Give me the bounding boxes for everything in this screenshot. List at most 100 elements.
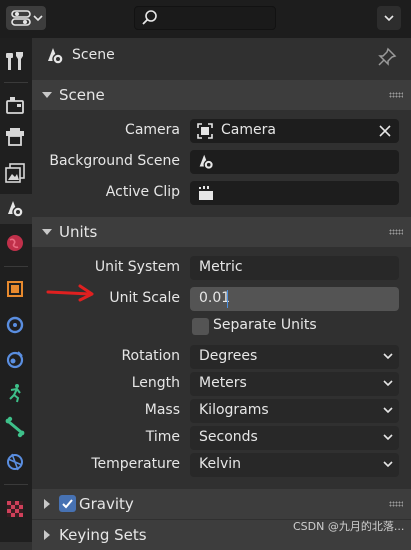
wrench-screwdriver-icon [6,52,23,70]
background-scene-label: Background Scene [49,153,180,169]
length-label: Length [131,375,180,391]
tab-view-layer[interactable] [0,158,32,188]
panel-title: Units [59,223,98,241]
separate-units-checkbox[interactable] [192,318,209,335]
unit-scale-label: Unit Scale [109,290,180,306]
camera-back-icon [6,97,24,114]
panel-title: Scene [59,86,105,104]
close-icon[interactable] [379,125,391,137]
chevron-down-icon [383,434,393,441]
rotation-dropdown[interactable]: Degrees [190,345,399,369]
mass-label: Mass [144,402,180,418]
tab-object[interactable] [0,274,32,304]
annotation-arrow-icon [46,284,94,302]
tab-modifiers[interactable] [0,310,32,340]
tab-separator [4,82,28,83]
globe-icon [7,235,23,251]
running-figure-icon [9,384,21,403]
separate-units-label[interactable]: Separate Units [213,317,317,333]
chevron-down-icon [42,92,52,98]
mass-dropdown[interactable]: Kilograms [190,399,399,423]
clapperboard-icon [199,186,213,200]
panel-header-gravity[interactable]: Gravity [32,489,411,519]
tab-separator [4,266,28,267]
image-stack-icon [5,163,25,183]
background-scene-field[interactable] [190,150,399,174]
active-clip-field[interactable] [190,181,399,205]
editor-type-button[interactable] [6,6,46,30]
temperature-label: Temperature [91,456,180,472]
camera-object-icon [197,123,213,139]
unit-system-dropdown[interactable]: Metric [190,256,399,280]
scene-cone-sphere-icon [8,201,24,218]
drag-grip-icon[interactable] [389,92,403,98]
particles-icon [6,351,24,369]
printer-icon [6,128,24,146]
tab-render[interactable] [0,90,32,120]
camera-label: Camera [125,122,180,138]
chevron-down-icon [383,461,393,468]
tab-particles[interactable] [0,344,32,374]
checkmark-icon [62,499,73,509]
length-dropdown[interactable]: Meters [190,372,399,396]
search-icon [142,10,157,25]
rotation-value: Degrees [199,348,258,364]
properties-tab-bar [0,38,32,542]
panel-header-units[interactable]: Units [32,217,411,247]
tab-data[interactable] [0,412,32,442]
tab-physics[interactable] [0,378,32,408]
tab-output[interactable] [0,122,32,152]
chevron-down-icon [383,353,393,360]
scene-cone-sphere-icon [48,48,64,65]
drag-grip-icon[interactable] [389,229,403,235]
tab-world[interactable] [0,228,32,258]
panel-title: Gravity [79,495,134,513]
scene-cone-sphere-icon [199,154,214,170]
time-value: Seconds [199,429,258,445]
drag-grip-icon[interactable] [389,501,403,507]
chevron-down-icon [383,380,393,387]
search-input[interactable] [134,6,276,30]
tab-texture[interactable] [0,494,32,524]
blue-wrench-icon [6,316,24,334]
orange-square-icon [7,281,23,297]
panel-header-scene[interactable]: Scene [32,80,411,110]
pin-icon[interactable] [376,46,398,68]
panel-title: Keying Sets [59,526,147,544]
time-label: Time [145,429,180,445]
chevron-right-icon [44,499,50,509]
header-bar [0,0,411,38]
tab-tool[interactable] [0,46,32,76]
checkerboard-icon [7,501,23,517]
unit-system-value: Metric [199,259,243,275]
active-clip-label: Active Clip [105,184,180,200]
chevron-down-icon [42,229,52,235]
rotation-label: Rotation [121,348,180,364]
tab-scene[interactable] [0,194,32,224]
length-value: Meters [199,375,247,391]
properties-editor-icon [11,10,31,26]
unit-scale-value: 0.01 [199,290,231,306]
unit-system-label: Unit System [94,259,180,275]
unit-scale-input[interactable]: 0.01 [190,287,399,311]
bone-icon [5,416,25,438]
mass-value: Kilograms [199,402,269,418]
properties-content: Scene Scene Camera Camera Background Sce… [32,38,411,550]
time-dropdown[interactable]: Seconds [190,426,399,450]
chevron-down-icon [383,407,393,414]
header-menu-button[interactable] [377,6,401,30]
temperature-dropdown[interactable]: Kelvin [190,453,399,477]
context-title: Scene [72,47,115,63]
watermark-text: CSDN @九月的北落... [293,520,405,533]
camera-value: Camera [221,122,276,138]
camera-field[interactable]: Camera [190,119,399,143]
chevron-right-icon [44,530,50,540]
temperature-value: Kelvin [199,456,242,472]
tab-object-data[interactable] [0,446,32,476]
tab-separator [4,484,28,485]
camera-data-icon [7,453,23,471]
text-cursor [227,290,228,308]
gravity-checkbox[interactable] [59,495,76,512]
chevron-down-icon [33,15,43,22]
chevron-down-icon [384,15,394,22]
